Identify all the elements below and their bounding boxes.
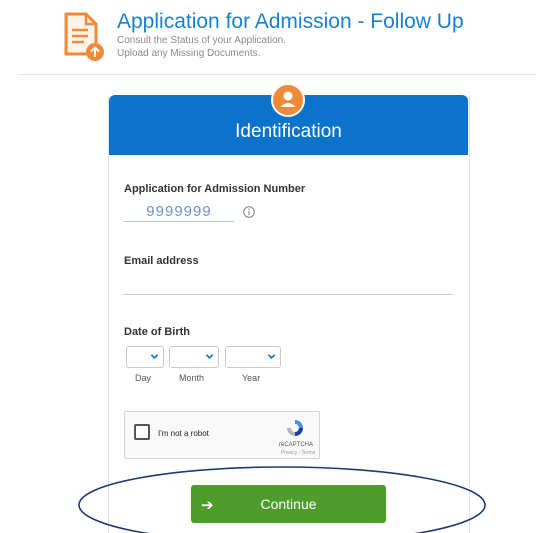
year-select[interactable] [225,346,281,368]
recaptcha-checkbox[interactable] [134,424,150,440]
email-label: Email address [124,255,199,267]
page-subtitle-line2: Upload any Missing Documents. [117,48,261,59]
header-divider [18,74,536,75]
card-title: Identification [235,121,342,142]
info-icon[interactable] [243,206,255,218]
application-number-input[interactable]: 9999999 [124,203,234,222]
arrow-right-icon: ➔ [201,497,214,514]
recaptcha-label: I'm not a robot [158,429,209,438]
recaptcha-logo-icon [287,420,303,436]
page-subtitle-line1: Consult the Status of your Application. [117,35,286,46]
chevron-down-icon [150,354,159,360]
day-select[interactable] [126,346,164,368]
continue-button-label[interactable]: Continue [191,496,386,512]
user-icon [271,83,305,117]
page-title: Application for Admission - Follow Up [117,10,464,33]
chevron-down-icon [205,354,214,360]
month-select[interactable] [169,346,219,368]
date-of-birth-label: Date of Birth [124,326,190,338]
document-upload-icon [64,12,104,61]
email-input[interactable] [124,276,452,295]
month-label: Month [179,373,205,383]
recaptcha-brand: reCAPTCHA [278,442,313,448]
year-label: Year [242,373,261,383]
chevron-down-icon [267,354,276,360]
application-number-label: Application for Admission Number [124,183,306,195]
day-label: Day [135,373,152,383]
recaptcha-privacy-terms[interactable]: Privacy - Terms [278,450,318,456]
identification-card [108,95,470,533]
